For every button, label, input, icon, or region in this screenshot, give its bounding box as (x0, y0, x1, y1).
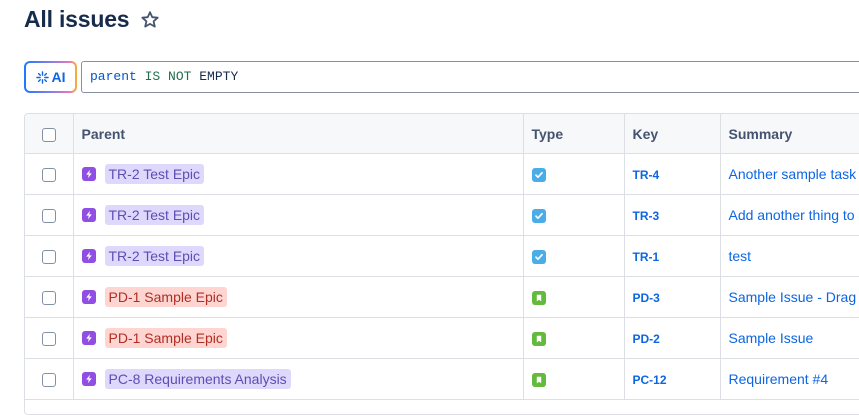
parent-cell: TR-2 Test Epic (73, 236, 523, 277)
type-cell (523, 195, 624, 236)
page-title: All issues (24, 6, 129, 33)
epic-icon (82, 208, 96, 222)
summary-cell: Sample Issue (720, 318, 859, 359)
page-header: All issues (24, 6, 160, 33)
parent-lozenge[interactable]: TR-2 Test Epic (105, 164, 205, 184)
issue-key-link[interactable]: PC-12 (633, 373, 667, 387)
table-row[interactable]: TR-2 Test Epic TR-1 test (25, 236, 859, 277)
issue-summary-link[interactable]: Sample Issue (729, 330, 814, 346)
summary-cell: Another sample task (720, 154, 859, 195)
table-row[interactable]: PD-1 Sample Epic PD-2 Sample Issue (25, 318, 859, 359)
row-select-cell (25, 277, 73, 318)
issue-key-link[interactable]: PD-2 (633, 332, 660, 346)
parent-lozenge[interactable]: PD-1 Sample Epic (105, 328, 227, 348)
parent-lozenge[interactable]: PC-8 Requirements Analysis (105, 369, 291, 389)
story-type-icon (532, 291, 546, 305)
ai-button-label: AI (52, 69, 66, 85)
epic-icon (82, 167, 96, 181)
row-select-cell (25, 154, 73, 195)
table-header-row: Parent Type Key Summary (25, 114, 859, 154)
parent-lozenge[interactable]: TR-2 Test Epic (105, 205, 205, 225)
issue-summary-link[interactable]: Add another thing to (729, 207, 855, 223)
parent-cell: TR-2 Test Epic (73, 195, 523, 236)
parent-cell: PD-1 Sample Epic (73, 277, 523, 318)
ai-button-content: AI (26, 63, 75, 91)
select-all-cell (25, 114, 73, 154)
parent-lozenge[interactable]: PD-1 Sample Epic (105, 287, 227, 307)
summary-cell: test (720, 236, 859, 277)
key-cell: PD-3 (624, 277, 720, 318)
jql-query-bar: AI parent IS NOT EMPTY (24, 61, 859, 93)
issue-key-link[interactable]: TR-4 (633, 168, 660, 182)
row-select-cell (25, 236, 73, 277)
issue-summary-link[interactable]: Another sample task (729, 166, 857, 182)
type-cell (523, 236, 624, 277)
jql-input[interactable]: parent IS NOT EMPTY (81, 61, 859, 93)
table-row[interactable]: TR-2 Test Epic TR-4 Another sample task (25, 154, 859, 195)
task-type-icon (532, 209, 546, 223)
table-row[interactable]: TR-2 Test Epic TR-3 Add another thing to (25, 195, 859, 236)
row-checkbox[interactable] (42, 373, 56, 387)
epic-icon (82, 372, 96, 386)
column-header-summary[interactable]: Summary (720, 114, 859, 154)
key-cell: TR-4 (624, 154, 720, 195)
type-cell (523, 154, 624, 195)
issue-key-link[interactable]: TR-3 (633, 209, 660, 223)
issue-summary-link[interactable]: test (729, 248, 752, 264)
column-header-key[interactable]: Key (624, 114, 720, 154)
star-icon[interactable] (140, 10, 160, 30)
task-type-icon (532, 250, 546, 264)
key-cell: PC-12 (624, 359, 720, 400)
jql-operator: IS NOT (145, 69, 192, 84)
issue-key-link[interactable]: PD-3 (633, 291, 660, 305)
summary-cell: Requirement #4 (720, 359, 859, 400)
task-type-icon (532, 168, 546, 182)
story-type-icon (532, 332, 546, 346)
key-cell: TR-3 (624, 195, 720, 236)
summary-cell: Sample Issue - Drag C (720, 277, 859, 318)
table-row[interactable]: PD-1 Sample Epic PD-3 Sample Issue - Drag … (25, 277, 859, 318)
jql-field: parent (90, 69, 137, 84)
row-select-cell (25, 195, 73, 236)
type-cell (523, 318, 624, 359)
issues-table: Parent Type Key Summary TR-2 Test EpicTR… (24, 113, 859, 415)
sparkle-icon (36, 71, 49, 84)
table-row[interactable]: PC-8 Requirements Analysis PC-12 Requireme… (25, 359, 859, 400)
key-cell: TR-1 (624, 236, 720, 277)
column-header-type[interactable]: Type (523, 114, 624, 154)
row-select-cell (25, 318, 73, 359)
ai-button[interactable]: AI (24, 61, 77, 93)
parent-cell: PD-1 Sample Epic (73, 318, 523, 359)
story-type-icon (532, 373, 546, 387)
summary-cell: Add another thing to (720, 195, 859, 236)
epic-icon (82, 290, 96, 304)
row-checkbox[interactable] (42, 291, 56, 305)
parent-cell: TR-2 Test Epic (73, 154, 523, 195)
epic-icon (82, 331, 96, 345)
row-checkbox[interactable] (42, 250, 56, 264)
parent-lozenge[interactable]: TR-2 Test Epic (105, 246, 205, 266)
jql-value: EMPTY (199, 69, 238, 84)
issue-summary-link[interactable]: Sample Issue - Drag C (729, 289, 859, 305)
type-cell (523, 277, 624, 318)
row-checkbox[interactable] (42, 332, 56, 346)
key-cell: PD-2 (624, 318, 720, 359)
issue-key-link[interactable]: TR-1 (633, 250, 660, 264)
row-select-cell (25, 359, 73, 400)
type-cell (523, 359, 624, 400)
issue-summary-link[interactable]: Requirement #4 (729, 371, 829, 387)
epic-icon (82, 249, 96, 263)
select-all-checkbox[interactable] (42, 128, 56, 142)
column-header-parent[interactable]: Parent (73, 114, 523, 154)
row-checkbox[interactable] (42, 168, 56, 182)
parent-cell: PC-8 Requirements Analysis (73, 359, 523, 400)
row-checkbox[interactable] (42, 209, 56, 223)
